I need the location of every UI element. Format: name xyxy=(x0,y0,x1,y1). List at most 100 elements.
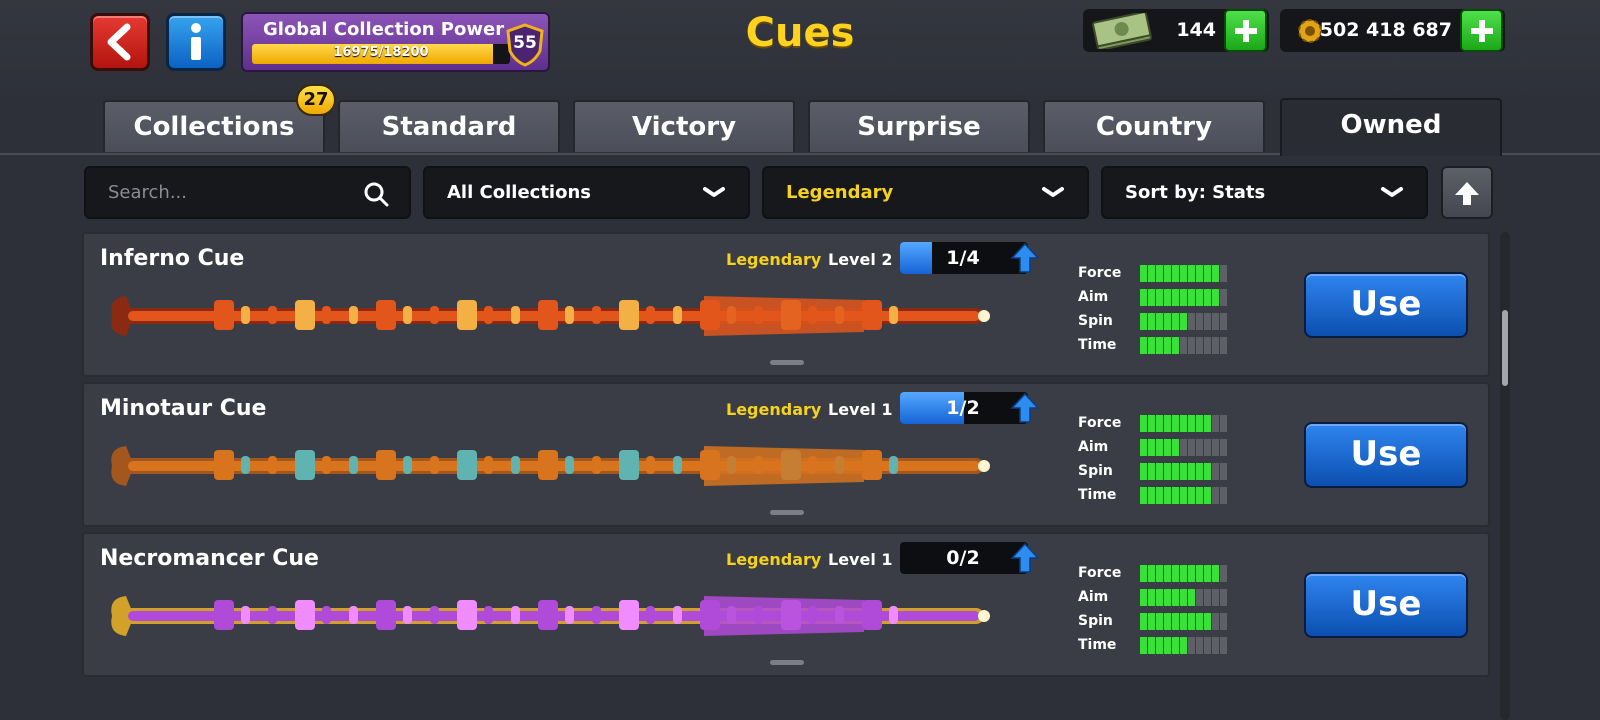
stat-segment xyxy=(1164,439,1171,456)
upgrade-progress-bar: 1/2 xyxy=(900,392,1028,424)
stat-bar xyxy=(1140,487,1228,504)
stat-bar xyxy=(1140,565,1228,582)
stat-segment xyxy=(1180,589,1187,606)
stat-segment xyxy=(1204,337,1211,354)
expand-handle[interactable] xyxy=(770,510,804,515)
stat-segment xyxy=(1220,589,1227,606)
use-button[interactable]: Use xyxy=(1304,422,1468,488)
stat-segment xyxy=(1204,439,1211,456)
tab-collections[interactable]: Collections xyxy=(103,100,325,152)
stat-segment xyxy=(1180,337,1187,354)
page-title: Cues xyxy=(745,10,855,56)
tab-standard[interactable]: Standard xyxy=(338,100,560,152)
search-icon[interactable] xyxy=(363,181,389,207)
tab-owned[interactable]: Owned xyxy=(1280,98,1502,156)
collections-badge: 27 xyxy=(296,84,336,116)
stat-bar xyxy=(1140,337,1228,354)
search-input[interactable]: Search... xyxy=(84,166,411,219)
stat-bar xyxy=(1140,289,1228,306)
plus-icon xyxy=(1470,19,1493,42)
upgrade-arrow-icon[interactable] xyxy=(1010,542,1040,574)
stat-segment xyxy=(1212,487,1219,504)
stat-segment xyxy=(1140,313,1147,330)
stat-segment xyxy=(1212,337,1219,354)
top-bar: Global Collection Power 16975/18200 55 C… xyxy=(0,0,1600,95)
stat-segment xyxy=(1164,487,1171,504)
stat-bar xyxy=(1140,637,1228,654)
stat-segment xyxy=(1180,613,1187,630)
global-collection-power[interactable]: Global Collection Power 16975/18200 55 xyxy=(241,12,550,72)
stat-segment xyxy=(1212,415,1219,432)
stat-label: Spin xyxy=(1078,463,1113,479)
upgrade-progress-bar: 1/4 xyxy=(900,242,1028,274)
sort-dropdown[interactable]: Sort by: Stats xyxy=(1101,166,1428,219)
stat-segment xyxy=(1212,613,1219,630)
stat-segment xyxy=(1140,415,1147,432)
stat-segment xyxy=(1172,313,1179,330)
back-button[interactable] xyxy=(90,13,150,71)
add-coins-button[interactable] xyxy=(1460,9,1503,52)
stat-segment xyxy=(1156,613,1163,630)
stat-segment xyxy=(1196,487,1203,504)
cue-card[interactable]: Minotaur Cue Legendary Level 1 1/2 Force xyxy=(82,382,1490,527)
tab-surprise[interactable]: Surprise xyxy=(808,100,1030,152)
expand-handle[interactable] xyxy=(770,660,804,665)
stat-segment xyxy=(1164,613,1171,630)
stat-segment xyxy=(1220,613,1227,630)
stat-segment xyxy=(1148,565,1155,582)
stat-segment xyxy=(1148,265,1155,282)
use-button[interactable]: Use xyxy=(1304,272,1468,338)
stat-segment xyxy=(1212,313,1219,330)
rarity-dropdown[interactable]: Legendary xyxy=(762,166,1089,219)
cue-card[interactable]: Inferno Cue Legendary Level 2 1/4 Force xyxy=(82,232,1490,377)
stat-segment xyxy=(1156,337,1163,354)
stat-segment xyxy=(1188,637,1195,654)
stat-segment xyxy=(1204,613,1211,630)
stat-segment xyxy=(1156,463,1163,480)
stat-segment xyxy=(1140,439,1147,456)
stat-segment xyxy=(1156,265,1163,282)
stat-segment xyxy=(1188,439,1195,456)
stat-segment xyxy=(1172,565,1179,582)
stat-segment xyxy=(1140,265,1147,282)
coins-amount: 502 418 687 xyxy=(1319,19,1452,41)
use-button[interactable]: Use xyxy=(1304,572,1468,638)
power-progress-bar: 16975/18200 xyxy=(252,44,510,64)
stat-segment xyxy=(1180,565,1187,582)
tab-victory[interactable]: Victory xyxy=(573,100,795,152)
cue-name: Necromancer Cue xyxy=(100,546,319,571)
stat-segment xyxy=(1212,265,1219,282)
stat-label: Aim xyxy=(1078,439,1109,455)
tab-country[interactable]: Country xyxy=(1043,100,1265,152)
stat-segment xyxy=(1196,565,1203,582)
power-title: Global Collection Power xyxy=(263,19,505,40)
cue-rarity: Legendary xyxy=(726,400,822,419)
list-scrollbar[interactable] xyxy=(1500,232,1510,720)
expand-handle[interactable] xyxy=(770,360,804,365)
power-progress-text: 16975/18200 xyxy=(333,45,429,60)
upgrade-arrow-icon[interactable] xyxy=(1010,392,1040,424)
rarity-dropdown-value: Legendary xyxy=(786,182,894,203)
cue-list: Inferno Cue Legendary Level 2 1/4 Force xyxy=(0,230,1600,720)
cue-card[interactable]: Necromancer Cue Legendary Level 1 0/2 Fo… xyxy=(82,532,1490,677)
upgrade-arrow-icon[interactable] xyxy=(1010,242,1040,274)
stat-segment xyxy=(1172,337,1179,354)
stat-segment xyxy=(1156,415,1163,432)
stat-segment xyxy=(1204,313,1211,330)
stat-segment xyxy=(1172,589,1179,606)
sort-direction-button[interactable] xyxy=(1441,166,1493,219)
stat-label: Force xyxy=(1078,265,1122,281)
collection-dropdown[interactable]: All Collections xyxy=(423,166,750,219)
stat-segment xyxy=(1164,565,1171,582)
stat-label: Force xyxy=(1078,565,1122,581)
stat-segment xyxy=(1140,463,1147,480)
info-button[interactable] xyxy=(166,13,226,71)
info-icon xyxy=(191,23,201,60)
stat-segment xyxy=(1196,637,1203,654)
stat-segment xyxy=(1196,265,1203,282)
add-cash-button[interactable] xyxy=(1224,9,1267,52)
upgrade-progress-text: 1/4 xyxy=(946,247,980,269)
plus-icon xyxy=(1234,19,1257,42)
stat-bar xyxy=(1140,415,1228,432)
scrollbar-thumb[interactable] xyxy=(1502,310,1508,386)
